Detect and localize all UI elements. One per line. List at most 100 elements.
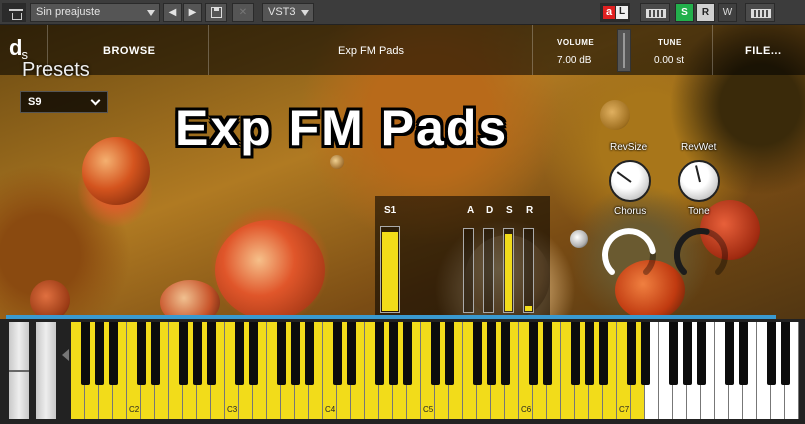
black-key[interactable]: [80, 322, 90, 385]
file-menu-button[interactable]: FILE...: [745, 45, 782, 57]
revwet-label: RevWet: [681, 142, 717, 153]
preset-select[interactable]: S9: [20, 91, 108, 113]
volume-fader[interactable]: [617, 29, 631, 72]
next-icon: ▶: [188, 7, 197, 18]
black-key[interactable]: [94, 322, 104, 385]
automation-button[interactable]: a L: [600, 3, 630, 22]
black-key[interactable]: [430, 322, 440, 385]
instrument-title: Exp FM Pads: [175, 100, 509, 156]
octave-label: C3: [227, 405, 238, 414]
black-key[interactable]: [374, 322, 384, 385]
slider-fill: [525, 306, 532, 311]
knob-indicator: [695, 165, 701, 183]
octave-label: C4: [325, 405, 336, 414]
black-key[interactable]: [766, 322, 776, 385]
black-key[interactable]: [150, 322, 160, 385]
chorus-knob[interactable]: [597, 223, 661, 283]
bubble-decoration: [600, 100, 630, 130]
black-key[interactable]: [346, 322, 356, 385]
attack-slider[interactable]: [463, 228, 474, 313]
black-key[interactable]: [290, 322, 300, 385]
sustain-slider[interactable]: [503, 228, 514, 313]
black-key[interactable]: [234, 322, 244, 385]
solo-label: S: [681, 7, 688, 18]
pitch-wheel[interactable]: [9, 322, 29, 419]
black-key[interactable]: [206, 322, 216, 385]
black-key[interactable]: [388, 322, 398, 385]
computer-keyboard-button[interactable]: [745, 3, 775, 22]
black-key[interactable]: [682, 322, 692, 385]
black-key[interactable]: [584, 322, 594, 385]
menu-button[interactable]: [2, 3, 26, 22]
keyboard-scroll-left[interactable]: [62, 349, 69, 361]
black-key[interactable]: [276, 322, 286, 385]
close-button[interactable]: ✕: [232, 3, 254, 22]
black-key[interactable]: [192, 322, 202, 385]
midi-keyboard-button[interactable]: [640, 3, 670, 22]
header-divider: [712, 25, 713, 75]
automation-l: L: [616, 6, 628, 19]
black-key[interactable]: [402, 322, 412, 385]
plugin-format-dropdown[interactable]: VST3: [262, 3, 314, 22]
black-key[interactable]: [178, 322, 188, 385]
black-key[interactable]: [542, 322, 552, 385]
black-key[interactable]: [136, 322, 146, 385]
volume-value[interactable]: 7.00 dB: [557, 55, 591, 66]
black-key[interactable]: [780, 322, 790, 385]
black-key[interactable]: [738, 322, 748, 385]
fader-slot: [623, 33, 625, 68]
octave-label: C7: [619, 405, 630, 414]
presets-label: Presets: [22, 59, 90, 81]
tone-label: Tone: [688, 206, 710, 217]
wheel-center-mark: [9, 370, 29, 372]
bubble-decoration: [330, 155, 344, 169]
black-key[interactable]: [696, 322, 706, 385]
preset-dropdown[interactable]: Sin preajuste: [30, 3, 160, 22]
read-button[interactable]: R: [696, 3, 715, 22]
black-key[interactable]: [668, 322, 678, 385]
preset-dropdown-label: Sin preajuste: [36, 6, 101, 18]
tune-label: TUNE: [658, 38, 682, 47]
revsize-knob[interactable]: [609, 160, 651, 202]
octave-label: C5: [423, 405, 434, 414]
bubble-decoration: [570, 230, 588, 248]
chevron-down-icon: [301, 10, 309, 16]
black-key[interactable]: [304, 322, 314, 385]
solo-button[interactable]: S: [675, 3, 694, 22]
revwet-knob[interactable]: [678, 160, 720, 202]
black-key[interactable]: [332, 322, 342, 385]
tune-value[interactable]: 0.00 st: [654, 55, 684, 66]
tone-knob[interactable]: [669, 223, 733, 283]
plugin-format-label: VST3: [268, 6, 296, 18]
black-key[interactable]: [598, 322, 608, 385]
envelope-panel: S1 A D S R: [375, 196, 550, 316]
close-icon: ✕: [238, 7, 248, 18]
mod-wheel[interactable]: [36, 322, 56, 419]
s1-slider[interactable]: [380, 226, 400, 313]
decay-slider[interactable]: [483, 228, 494, 313]
host-toolbar: Sin preajuste ◀ ▶ ✕ VST3 a L S R W: [0, 0, 805, 25]
black-key[interactable]: [528, 322, 538, 385]
release-slider[interactable]: [523, 228, 534, 313]
browse-button[interactable]: BROWSE: [103, 45, 156, 57]
black-key[interactable]: [626, 322, 636, 385]
next-preset-button[interactable]: ▶: [183, 3, 202, 22]
black-key[interactable]: [472, 322, 482, 385]
black-key[interactable]: [640, 322, 650, 385]
black-key[interactable]: [108, 322, 118, 385]
decay-label: D: [486, 205, 494, 216]
black-key[interactable]: [486, 322, 496, 385]
prev-icon: ◀: [168, 7, 177, 18]
black-key[interactable]: [444, 322, 454, 385]
prev-preset-button[interactable]: ◀: [163, 3, 182, 22]
black-key[interactable]: [248, 322, 258, 385]
black-key[interactable]: [724, 322, 734, 385]
black-key[interactable]: [500, 322, 510, 385]
patch-name: Exp FM Pads: [338, 45, 405, 57]
keyboard-icon: [646, 9, 666, 18]
save-button[interactable]: [205, 3, 227, 22]
brand-logo: ds: [9, 35, 28, 62]
write-button[interactable]: W: [718, 3, 737, 22]
black-key[interactable]: [570, 322, 580, 385]
save-icon: [211, 7, 222, 18]
